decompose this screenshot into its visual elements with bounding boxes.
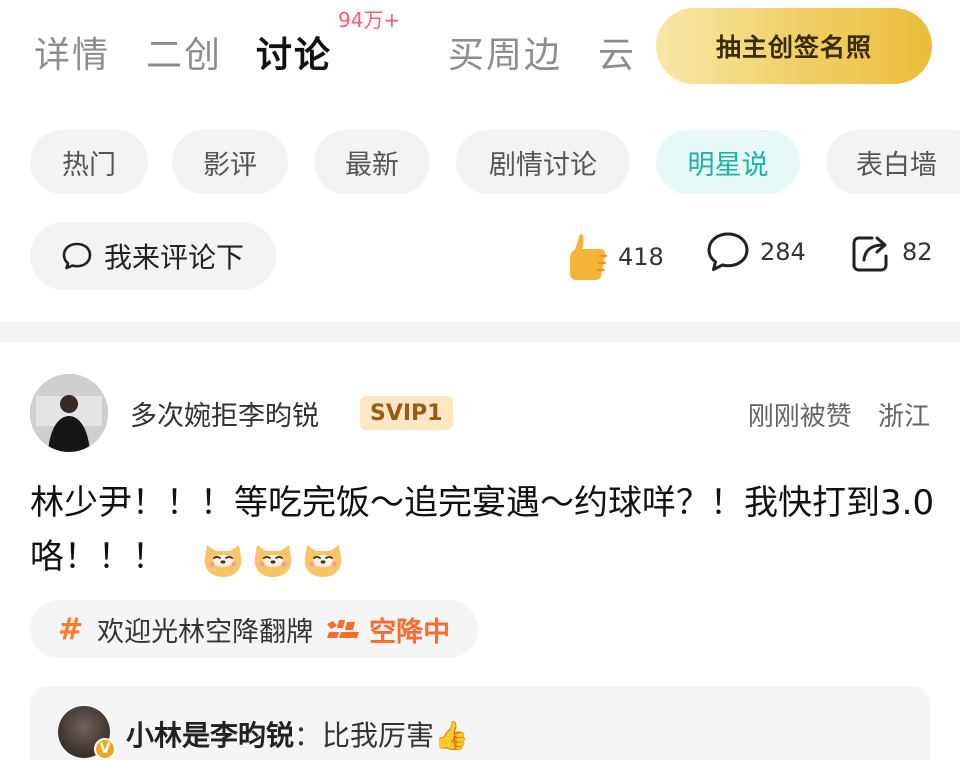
chip-plot-discussion[interactable]: 剧情讨论 bbox=[456, 130, 630, 194]
post-content: 林少尹！！！等吃完饭～追完宴遇～约球咩？！我快打到3.0咯！！！ bbox=[30, 476, 940, 584]
share-stat[interactable]: 82 bbox=[850, 230, 933, 274]
vip-badge: SVIP1 bbox=[360, 396, 453, 430]
reply-separator: ： bbox=[294, 719, 323, 752]
topic-status: 空降中 bbox=[369, 616, 451, 648]
post-meta: 刚刚被赞 浙江 bbox=[748, 396, 930, 433]
like-status: 刚刚被赞 bbox=[747, 402, 852, 432]
thumbs-up-icon bbox=[570, 234, 608, 280]
comment-bubble-icon bbox=[62, 242, 92, 270]
reply-text: 小林是李昀锐：比我厉害👍 bbox=[126, 714, 469, 754]
reply-body: 比我厉害👍 bbox=[322, 719, 469, 752]
share-icon bbox=[852, 236, 888, 272]
post-username[interactable]: 多次婉拒李昀锐 bbox=[130, 394, 319, 433]
tab-merch[interactable]: 买周边 bbox=[448, 26, 562, 78]
like-stat[interactable]: 418 bbox=[566, 230, 664, 284]
top-tab-bar: 详情 二创 讨论 94万+ 买周边 云 抽主创签名照 bbox=[0, 0, 960, 100]
discussion-count-badge: 94万+ bbox=[338, 8, 401, 32]
topic-label: 欢迎光林空降翻牌 bbox=[97, 616, 314, 648]
comment-placeholder: 我来评论下 bbox=[104, 241, 245, 274]
avatar-figure-icon bbox=[30, 374, 108, 452]
comment-count: 284 bbox=[760, 238, 806, 266]
comment-icon bbox=[707, 232, 749, 271]
like-count: 418 bbox=[618, 243, 664, 271]
chip-reviews[interactable]: 影评 bbox=[172, 130, 288, 194]
avatar[interactable] bbox=[30, 374, 108, 452]
reply-author[interactable]: 小林是李昀锐 bbox=[126, 719, 294, 752]
post-text: 林少尹！！！等吃完饭～追完宴遇～约球咩？！我快打到3.0咯！！！ bbox=[30, 483, 935, 577]
tab-fan-creations[interactable]: 二创 bbox=[146, 26, 222, 78]
dog-emoji-icon bbox=[304, 544, 342, 577]
tab-discussion[interactable]: 讨论 bbox=[256, 26, 332, 78]
share-count: 82 bbox=[902, 238, 933, 266]
hashtag-icon: # bbox=[58, 611, 84, 647]
autograph-lottery-button[interactable]: 抽主创签名照 bbox=[656, 8, 932, 84]
category-chip-row: 热门 影评 最新 剧情讨论 明星说 表白墙 bbox=[0, 130, 960, 196]
live-drop-icon bbox=[327, 620, 360, 638]
post-location: 浙江 bbox=[877, 402, 930, 432]
tab-details[interactable]: 详情 bbox=[34, 26, 110, 78]
chip-hot[interactable]: 热门 bbox=[30, 130, 148, 194]
reply-preview[interactable]: V 小林是李昀锐：比我厉害👍 bbox=[30, 686, 930, 760]
tab-cloud[interactable]: 云 bbox=[598, 26, 636, 78]
topic-chip[interactable]: # 欢迎光林空降翻牌 空降中 bbox=[30, 600, 479, 658]
chip-latest[interactable]: 最新 bbox=[314, 130, 430, 194]
emoji-row bbox=[201, 537, 351, 581]
comment-composer[interactable]: 我来评论下 bbox=[30, 222, 276, 290]
chip-confession-wall[interactable]: 表白墙 bbox=[826, 130, 960, 194]
dog-emoji-icon bbox=[204, 544, 242, 577]
section-divider bbox=[0, 322, 960, 342]
verified-v-icon: V bbox=[94, 738, 116, 760]
chip-star-talk[interactable]: 明星说 bbox=[656, 130, 800, 194]
comment-stat[interactable]: 284 bbox=[704, 230, 806, 274]
dog-emoji-icon bbox=[254, 544, 292, 577]
